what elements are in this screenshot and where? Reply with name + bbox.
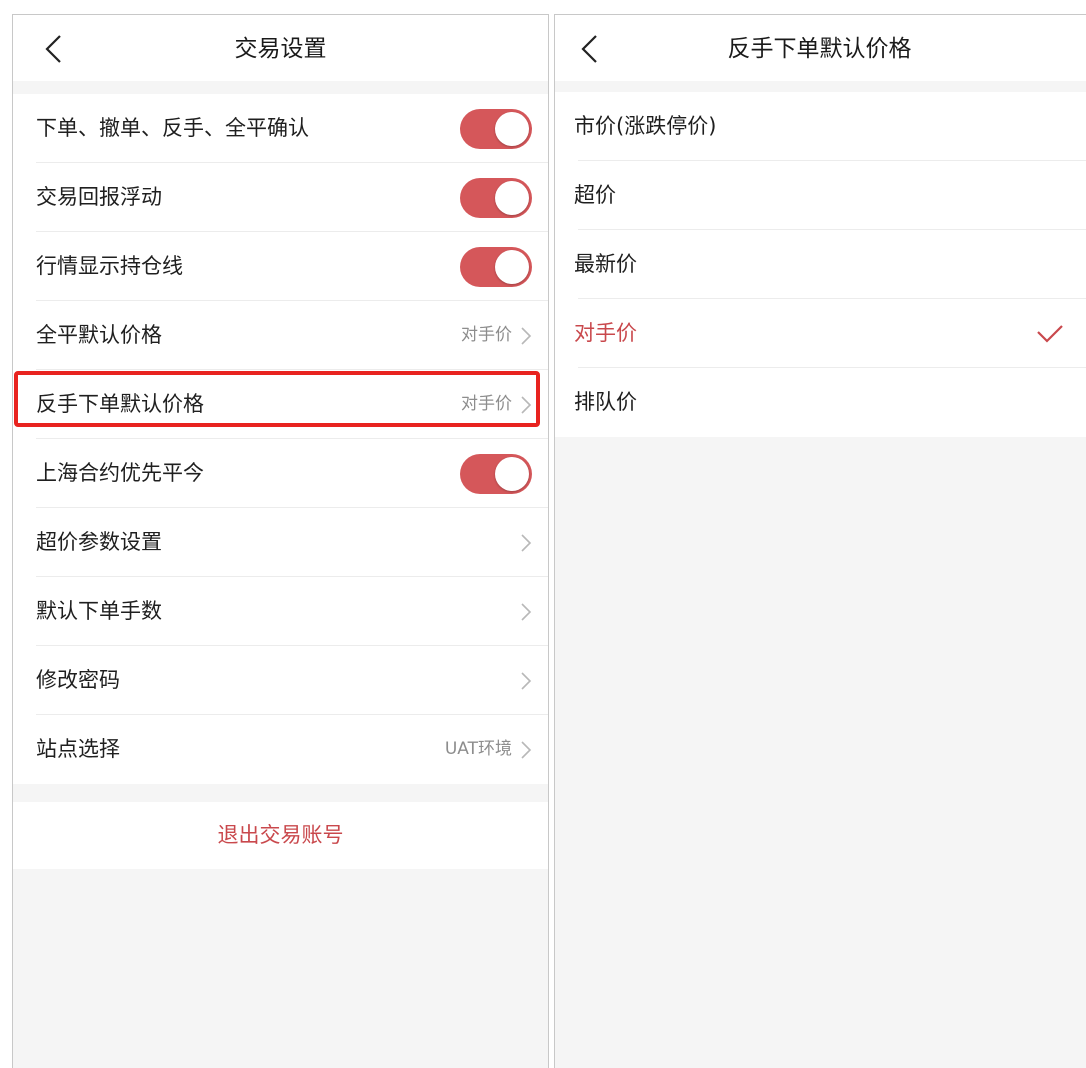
confirm-toggle[interactable] bbox=[460, 109, 532, 149]
report-float-toggle[interactable] bbox=[460, 178, 532, 218]
chevron-right-icon bbox=[521, 603, 532, 621]
chevron-right-icon bbox=[521, 741, 532, 759]
option-label: 超价 bbox=[574, 183, 616, 207]
setting-row-close-all-price[interactable]: 全平默认价格 对手价 bbox=[13, 301, 548, 370]
reverse-order-price-panel: 反手下单默认价格 市价(涨跌停价) 超价 最新价 对手价 排队价 bbox=[554, 14, 1086, 1068]
position-line-toggle[interactable] bbox=[460, 247, 532, 287]
toggle-knob bbox=[495, 457, 529, 491]
nav-bar: 交易设置 bbox=[13, 15, 548, 81]
setting-value: UAT环境 bbox=[444, 739, 512, 759]
setting-row-confirm[interactable]: 下单、撤单、反手、全平确认 bbox=[13, 94, 548, 163]
setting-label: 行情显示持仓线 bbox=[36, 254, 183, 278]
setting-label: 下单、撤单、反手、全平确认 bbox=[36, 116, 309, 140]
page-title: 反手下单默认价格 bbox=[727, 36, 912, 62]
trade-settings-panel: 交易设置 下单、撤单、反手、全平确认 交易回报浮动 行情显示持仓线 全平默认价格… bbox=[12, 14, 549, 1068]
setting-label: 修改密码 bbox=[36, 668, 120, 692]
chevron-right-icon bbox=[521, 672, 532, 690]
option-label: 排队价 bbox=[574, 390, 637, 414]
option-label: 最新价 bbox=[574, 252, 637, 276]
setting-row-default-lots[interactable]: 默认下单手数 bbox=[13, 577, 548, 646]
setting-label: 上海合约优先平今 bbox=[36, 461, 204, 485]
logout-button[interactable]: 退出交易账号 bbox=[13, 802, 548, 869]
toggle-knob bbox=[495, 250, 529, 284]
option-counterparty-price[interactable]: 对手价 bbox=[555, 299, 1086, 368]
setting-row-shanghai-close-today[interactable]: 上海合约优先平今 bbox=[13, 439, 548, 508]
chevron-right-icon bbox=[521, 327, 532, 345]
settings-list: 下单、撤单、反手、全平确认 交易回报浮动 行情显示持仓线 全平默认价格 对手价 … bbox=[13, 94, 548, 784]
setting-row-position-line[interactable]: 行情显示持仓线 bbox=[13, 232, 548, 301]
setting-row-report-float[interactable]: 交易回报浮动 bbox=[13, 163, 548, 232]
setting-label: 全平默认价格 bbox=[36, 323, 162, 347]
shanghai-close-today-toggle[interactable] bbox=[460, 454, 532, 494]
toggle-knob bbox=[495, 181, 529, 215]
checkmark-icon bbox=[1037, 325, 1063, 343]
setting-value: 对手价 bbox=[461, 325, 512, 345]
page-title: 交易设置 bbox=[234, 36, 327, 62]
option-label: 对手价 bbox=[574, 321, 637, 345]
setting-row-overprice-params[interactable]: 超价参数设置 bbox=[13, 508, 548, 577]
option-market-price[interactable]: 市价(涨跌停价) bbox=[555, 92, 1086, 161]
chevron-right-icon bbox=[521, 534, 532, 552]
option-last-price[interactable]: 最新价 bbox=[555, 230, 1086, 299]
setting-label: 交易回报浮动 bbox=[36, 185, 162, 209]
setting-label: 站点选择 bbox=[36, 737, 120, 761]
highlight-box bbox=[14, 371, 540, 427]
setting-row-site-select[interactable]: 站点选择 UAT环境 bbox=[13, 715, 548, 784]
option-overprice[interactable]: 超价 bbox=[555, 161, 1086, 230]
toggle-knob bbox=[495, 112, 529, 146]
setting-label: 默认下单手数 bbox=[36, 599, 162, 623]
nav-bar: 反手下单默认价格 bbox=[555, 15, 1086, 81]
price-option-list: 市价(涨跌停价) 超价 最新价 对手价 排队价 bbox=[555, 92, 1086, 437]
setting-row-change-password[interactable]: 修改密码 bbox=[13, 646, 548, 715]
setting-label: 超价参数设置 bbox=[36, 530, 162, 554]
option-queue-price[interactable]: 排队价 bbox=[555, 368, 1086, 437]
option-label: 市价(涨跌停价) bbox=[574, 114, 717, 138]
